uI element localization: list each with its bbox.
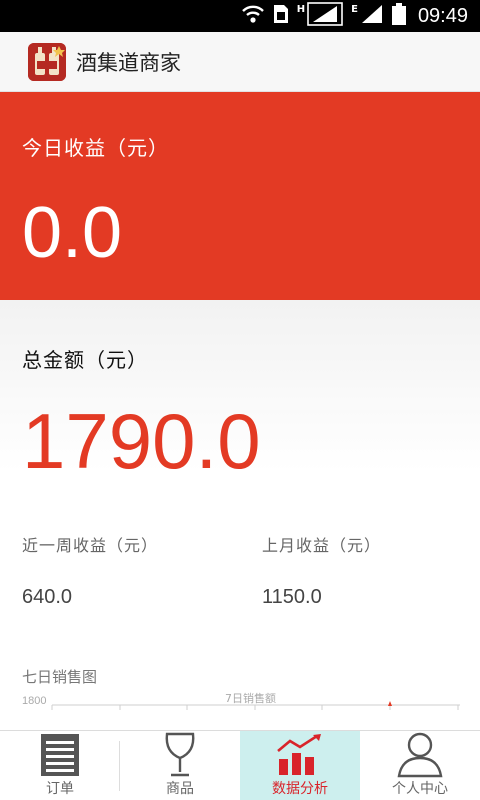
chart-marker-icon — [388, 701, 392, 706]
order-list-icon — [40, 731, 80, 778]
network-h-label: H — [296, 3, 306, 15]
battery-icon — [391, 3, 406, 29]
today-income-label: 今日收益（元） — [22, 136, 169, 160]
total-amount-value: 1790.0 — [22, 397, 261, 485]
signal-icon-2 — [360, 4, 384, 28]
weekly-income-label: 近一周收益（元） — [22, 536, 159, 555]
chart-legend-label: 7日销售额 — [225, 691, 276, 705]
app-header: 酒集道商家 — [0, 32, 480, 92]
sales-chart: 1800 7日销售额 — [0, 688, 480, 730]
chart-y-tick-label: 1800 — [22, 695, 46, 707]
today-income-value: 0.0 — [22, 193, 123, 273]
wifi-icon — [241, 4, 265, 28]
tab-profile[interactable]: 个人中心 — [360, 731, 480, 800]
app-logo-icon — [28, 42, 66, 81]
bar-chart-icon — [275, 731, 325, 778]
tab-data-analysis[interactable]: 数据分析 — [240, 731, 360, 800]
tab-data-analysis-label: 数据分析 — [272, 781, 328, 797]
tab-products-label: 商品 — [166, 781, 194, 797]
total-amount-label: 总金额（元） — [22, 348, 148, 372]
last-month-income-value: 1150.0 — [262, 586, 322, 608]
status-icons: H E 09:49 — [241, 0, 468, 32]
bottom-nav: 订单 商品 数据分析 个人中心 — [0, 730, 480, 800]
today-income-panel: 今日收益（元） 0.0 — [0, 92, 480, 300]
screen: H E 09:49 酒集道商家 今日收益（元） 0.0 总金额（元） 1790.… — [0, 0, 480, 800]
chart-title: 七日销售图 — [22, 668, 98, 686]
last-month-income-label: 上月收益（元） — [262, 536, 382, 555]
person-icon — [396, 731, 444, 778]
network-e-label: E — [351, 3, 358, 15]
weekly-income-value: 640.0 — [22, 586, 73, 608]
weekly-income: 近一周收益（元） 640.0 — [22, 532, 158, 609]
sim-icon — [273, 4, 289, 28]
last-month-income: 上月收益（元） 1150.0 — [262, 532, 381, 609]
status-bar: H E 09:49 — [0, 0, 480, 32]
signal-icon — [307, 2, 343, 30]
tab-products[interactable]: 商品 — [120, 731, 240, 800]
wine-glass-icon — [163, 731, 197, 778]
summary-section: 总金额（元） 1790.0 近一周收益（元） 640.0 上月收益（元） 115… — [0, 300, 480, 730]
clock: 09:49 — [417, 4, 468, 27]
tab-orders-label: 订单 — [46, 781, 74, 797]
tab-orders[interactable]: 订单 — [0, 731, 120, 800]
app-title: 酒集道商家 — [76, 50, 181, 75]
tab-profile-label: 个人中心 — [392, 781, 448, 797]
